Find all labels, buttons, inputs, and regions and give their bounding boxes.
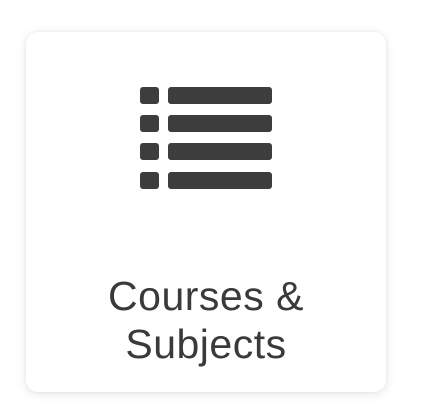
list-line-1 [168,87,272,104]
list-line-4 [168,172,272,189]
list-bullet-2 [140,115,159,132]
list-line-3 [168,143,272,160]
list-bullet-4 [140,172,159,189]
courses-subjects-tile[interactable]: Courses & Subjects [26,32,386,392]
list-bullet-3 [140,143,159,160]
tile-label-line-1: Courses & [108,273,304,319]
tile-label-line-2: Subjects [125,321,287,367]
list-icon [140,87,272,189]
tile-label: Courses & Subjects [26,272,386,368]
list-bullet-1 [140,87,159,104]
list-line-2 [168,115,272,132]
